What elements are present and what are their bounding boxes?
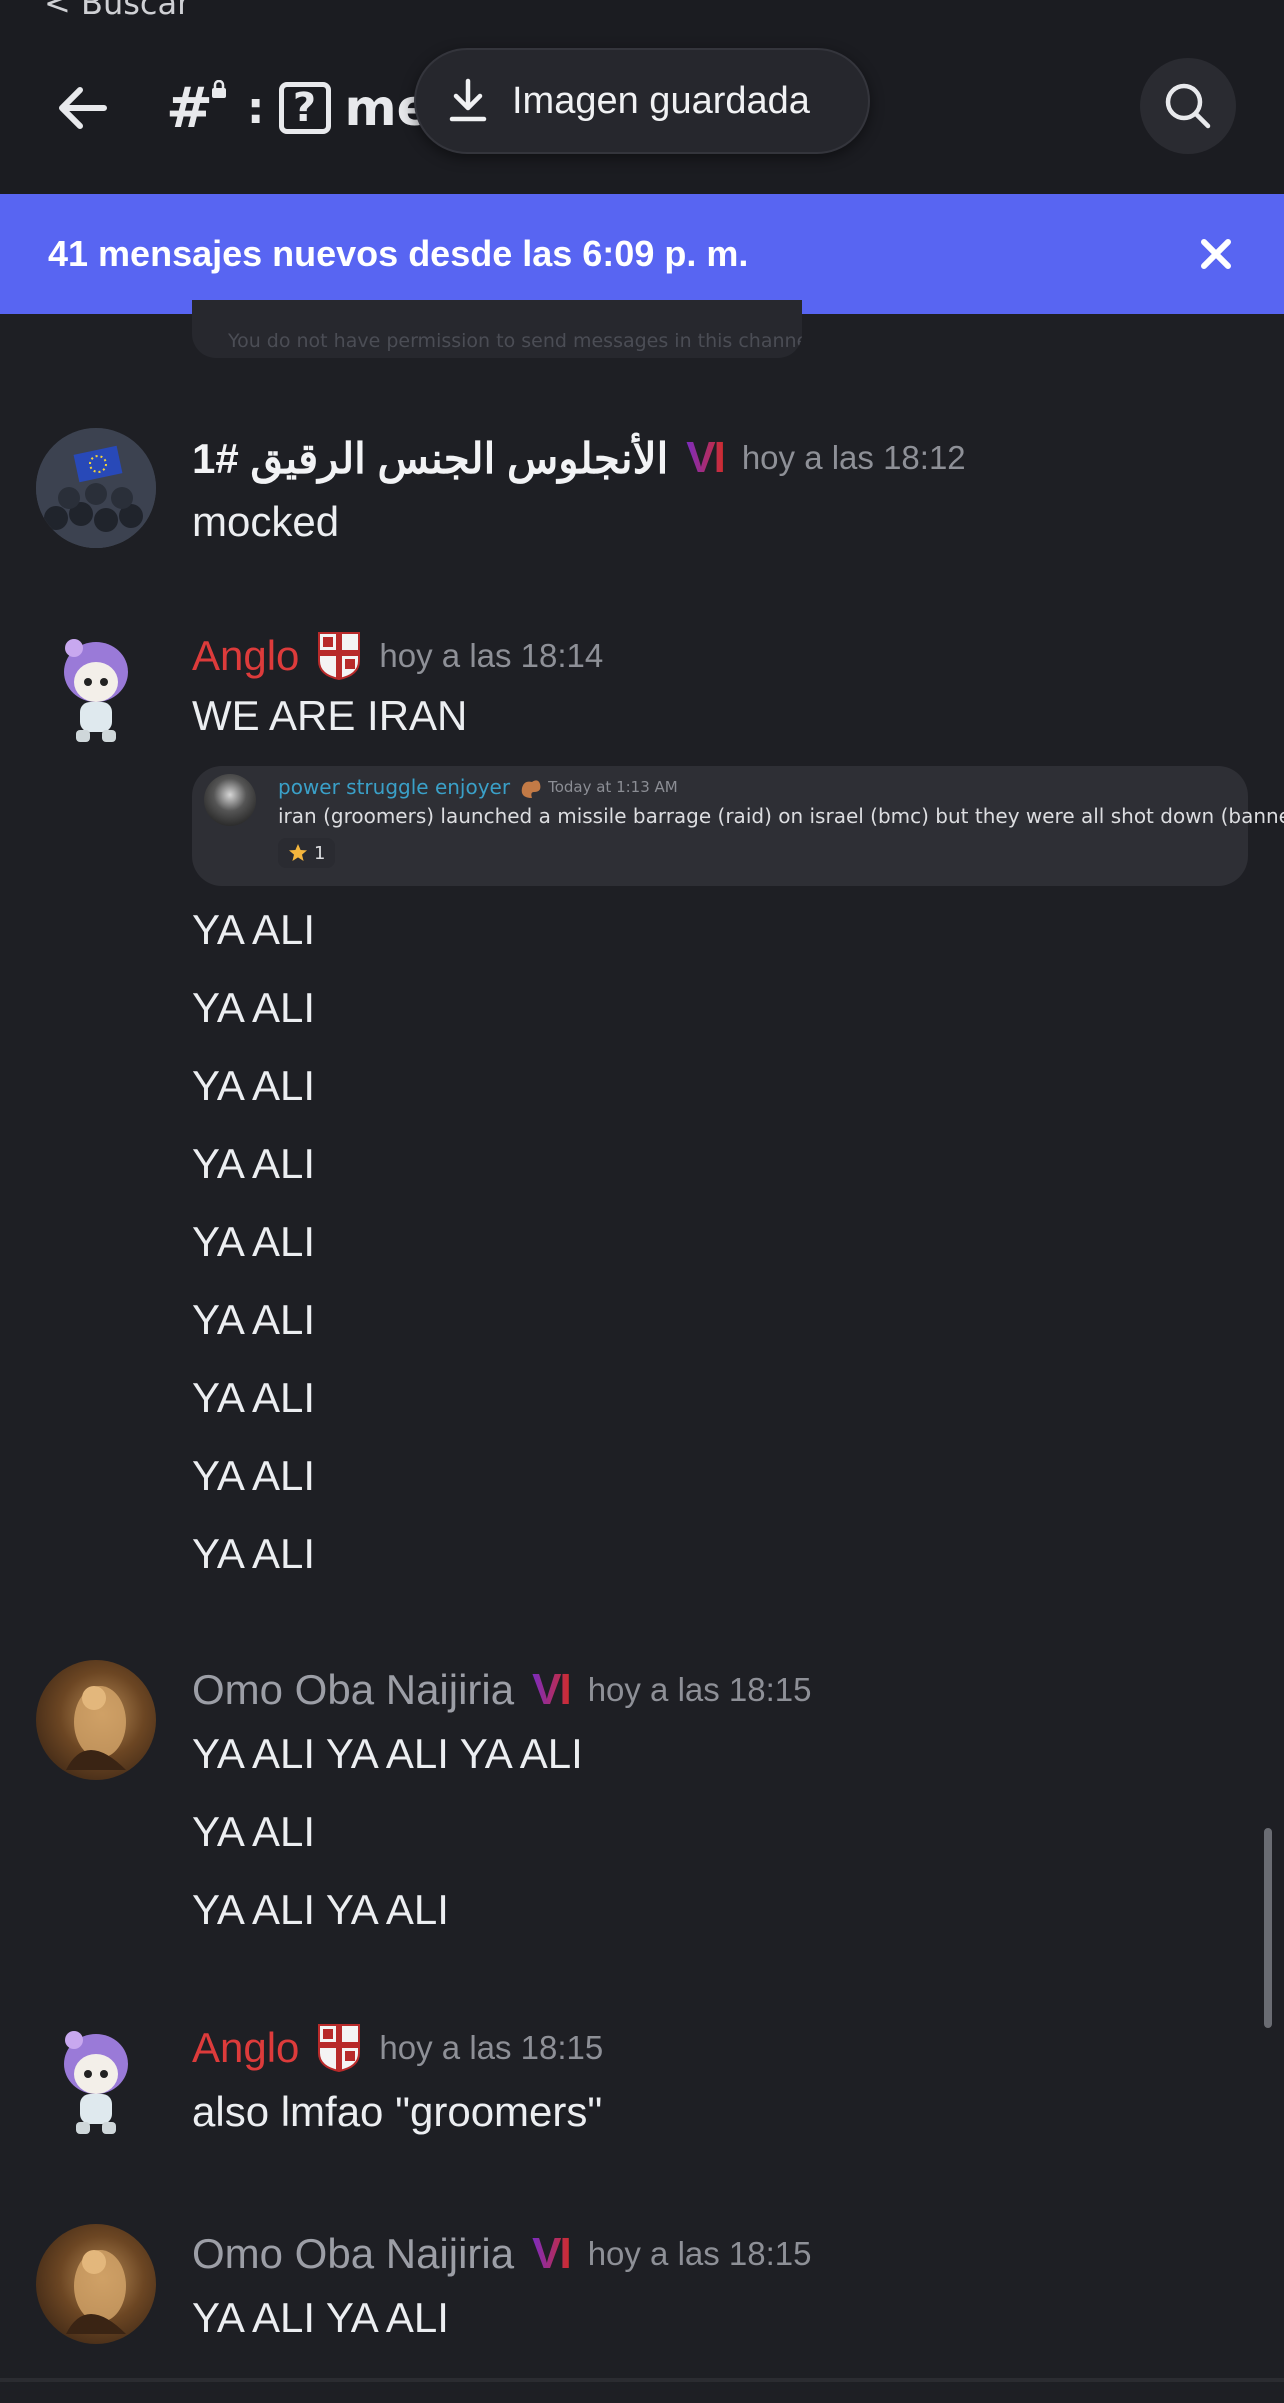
avatar[interactable] xyxy=(36,1660,156,1780)
message-text: YA ALI xyxy=(192,1218,315,1265)
author-name[interactable]: Omo Oba Naijiria xyxy=(192,1666,514,1714)
top-bar: < Buscar # : ? met Imagen guardada xyxy=(0,0,1284,194)
message-text: YA ALI xyxy=(192,1140,315,1187)
quote-avatar xyxy=(204,774,256,826)
new-messages-text: 41 mensajes nuevos desde las 6:09 p. m. xyxy=(48,233,749,274)
channel-emoji-icon: ? xyxy=(278,82,331,134)
message-timestamp: hoy a las 18:12 xyxy=(741,439,966,476)
divider xyxy=(0,2378,1284,2382)
message-text: mocked xyxy=(192,498,340,545)
author-name[interactable]: Anglo xyxy=(192,2024,299,2072)
message-text: YA ALI xyxy=(192,1062,315,1109)
reaction-count: 1 xyxy=(314,842,326,864)
shield-badge-icon xyxy=(318,2024,361,2073)
message-text: YA ALI YA ALI xyxy=(192,2294,449,2341)
forwarded-message[interactable]: power struggle enjoyer Today at 1:13 AM … xyxy=(192,766,1284,886)
message-timestamp: hoy a las 18:15 xyxy=(587,1671,812,1708)
message-text: also lmfao "groomers" xyxy=(192,2088,603,2135)
back-to-search-link[interactable]: < Buscar xyxy=(44,0,190,22)
message-text: WE ARE IRAN xyxy=(192,692,468,739)
message-text: YA ALI xyxy=(192,1808,315,1855)
message-header: Omo Oba Naijiria VI hoy a las 18:15 xyxy=(192,1660,812,1720)
quote-timestamp: Today at 1:13 AM xyxy=(548,778,678,796)
avatar-image xyxy=(66,2250,126,2334)
channel-title[interactable]: # : ? met xyxy=(166,76,454,141)
previous-embed-fragment: You do not have permission to send messa… xyxy=(192,300,802,358)
avatar[interactable] xyxy=(36,2022,156,2142)
quote-text: iran (groomers) launched a missile barra… xyxy=(278,804,1284,828)
role-badge: VI xyxy=(686,433,726,482)
message-text: YA ALI xyxy=(192,984,315,1031)
shield-badge-icon xyxy=(318,632,361,681)
role-badge: VI xyxy=(532,2229,572,2278)
author-name[interactable]: Anglo xyxy=(192,632,299,680)
search-button[interactable] xyxy=(1140,58,1236,154)
message-header: 1# الأنجلوس الجنس الرقيق VI hoy a las 18… xyxy=(192,428,966,488)
message-header: Anglo hoy a las 18:15 xyxy=(192,2018,603,2078)
message-timestamp: hoy a las 18:15 xyxy=(379,2029,604,2066)
reaction-star[interactable]: 1 xyxy=(278,838,336,868)
squirrel-icon xyxy=(521,780,541,798)
avatar[interactable] xyxy=(36,428,156,548)
message-text: YA ALI xyxy=(192,1452,315,1499)
star-icon xyxy=(289,844,307,861)
message-timestamp: hoy a las 18:14 xyxy=(379,637,604,674)
scrollbar[interactable] xyxy=(1264,1828,1272,2028)
back-arrow-icon[interactable] xyxy=(54,78,114,138)
avatar-image xyxy=(64,2031,128,2134)
message-text: YA ALI YA ALI YA ALI xyxy=(192,1730,583,1777)
channel-emoji-colon: : xyxy=(246,82,265,134)
role-badge: VI xyxy=(532,1665,572,1714)
new-messages-banner[interactable]: 41 mensajes nuevos desde las 6:09 p. m. xyxy=(0,194,1284,314)
author-name[interactable]: 1# الأنجلوس الجنس الرقيق xyxy=(192,434,668,483)
download-icon xyxy=(449,78,487,122)
message-text: YA ALI xyxy=(192,1530,315,1577)
quote-header: power struggle enjoyer Today at 1:13 AM xyxy=(278,774,678,800)
message-text: YA ALI YA ALI xyxy=(192,1886,449,1933)
message-header: Omo Oba Naijiria VI hoy a las 18:15 xyxy=(192,2224,812,2284)
message-text: YA ALI xyxy=(192,1374,315,1421)
avatar-image xyxy=(36,428,156,548)
avatar-image xyxy=(66,1686,126,1770)
avatar-image xyxy=(64,639,128,742)
message-text: YA ALI xyxy=(192,1296,315,1343)
image-saved-toast: Imagen guardada xyxy=(414,48,870,154)
hashtag-lock-icon: # xyxy=(166,76,226,141)
message-timestamp: hoy a las 18:15 xyxy=(587,2235,812,2272)
close-icon[interactable] xyxy=(1198,236,1234,272)
toast-text: Imagen guardada xyxy=(512,79,810,122)
message-text: YA ALI xyxy=(192,906,315,953)
avatar[interactable] xyxy=(36,630,156,750)
search-icon xyxy=(1165,83,1211,129)
message-header: Anglo hoy a las 18:14 xyxy=(192,626,603,686)
avatar[interactable] xyxy=(36,2224,156,2344)
author-name[interactable]: Omo Oba Naijiria xyxy=(192,2230,514,2278)
quote-author: power struggle enjoyer xyxy=(278,775,511,799)
